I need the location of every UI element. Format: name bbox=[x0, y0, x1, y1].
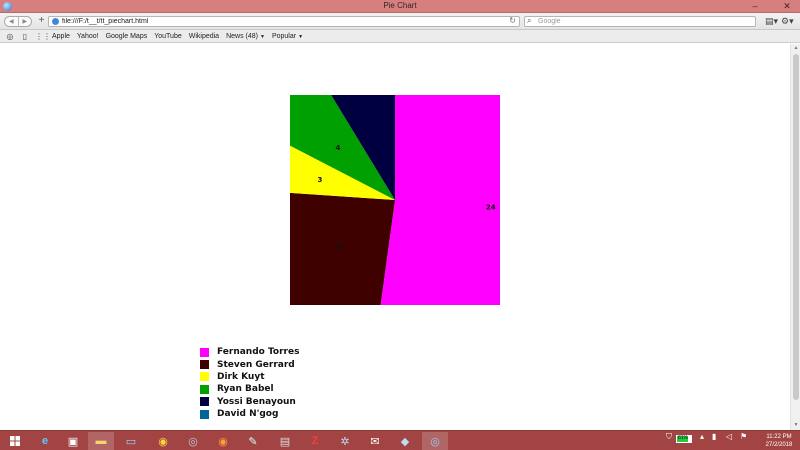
bookmarks-icon[interactable]: ▯ bbox=[20, 32, 30, 41]
page-icon[interactable]: ▤▾ bbox=[765, 16, 778, 27]
search-input[interactable] bbox=[538, 17, 748, 26]
firefox-icon[interactable]: ◉ bbox=[210, 432, 236, 450]
scroll-up-icon[interactable]: ▲ bbox=[791, 44, 800, 53]
legend-label: Dirk Kuyt bbox=[217, 371, 265, 382]
browser-window: Pie Chart – ✕ ◀ ▶ + ↻ ⌕ ▤▾ ⚙▾ ◎ ▯ ⋮⋮ App… bbox=[0, 0, 800, 450]
app-icon[interactable]: ✲ bbox=[332, 432, 358, 450]
slice-data-label: 4 bbox=[336, 144, 341, 152]
slice-data-label: 3 bbox=[317, 176, 322, 184]
address-bar[interactable]: ↻ bbox=[48, 16, 520, 27]
pie-slices bbox=[290, 95, 500, 305]
computer-icon[interactable]: ▭ bbox=[118, 432, 144, 450]
search-icon: ⌕ bbox=[527, 16, 532, 25]
system-clock[interactable]: 11:22 PM 27/2/2018 bbox=[760, 433, 798, 449]
store-icon[interactable]: ▣ bbox=[60, 432, 86, 450]
legend-item: Dirk Kuyt bbox=[200, 371, 299, 383]
chart-legend: Fernando Torres Steven Gerrard Dirk Kuyt Ry… bbox=[200, 346, 299, 420]
mail-icon[interactable]: ✉ bbox=[362, 432, 388, 450]
url-input[interactable] bbox=[62, 17, 502, 26]
taskbar: e ▣ ▬ ▭ ◉ ◎ ◉ ✎ ▤ Z ✲ ✉ ◆ ◎ ⛉ 81% ▴ ▮ ◁ … bbox=[0, 430, 800, 450]
top-sites-icon[interactable]: ⋮⋮ bbox=[35, 32, 51, 41]
app-icon[interactable]: ▤ bbox=[272, 432, 298, 450]
battery-icon[interactable]: 81% bbox=[676, 435, 692, 443]
legend-swatch bbox=[200, 347, 209, 357]
vertical-scrollbar[interactable]: ▲ ▼ bbox=[790, 44, 800, 430]
bookmark-yahoo[interactable]: Yahoo! bbox=[77, 33, 99, 40]
chevron-down-icon: ▼ bbox=[298, 33, 304, 40]
chevron-up-icon[interactable]: ▴ bbox=[700, 432, 704, 441]
legend-item: Fernando Torres bbox=[200, 346, 299, 358]
legend-swatch bbox=[200, 409, 209, 419]
bookmark-youtube[interactable]: YouTube bbox=[154, 33, 182, 40]
globe-icon bbox=[52, 18, 59, 25]
slice-data-label: 24 bbox=[486, 204, 496, 212]
pie-chart: 24 11 3 4 bbox=[290, 95, 500, 305]
legend-swatch bbox=[200, 384, 209, 394]
legend-label: Yossi Benayoun bbox=[217, 396, 296, 407]
filezilla-icon[interactable]: Z bbox=[302, 432, 328, 450]
legend-item: Ryan Babel bbox=[200, 383, 299, 395]
back-button[interactable]: ◀ bbox=[5, 17, 19, 26]
clock-time: 11:22 PM bbox=[766, 434, 792, 440]
gear-icon[interactable]: ⚙▾ bbox=[781, 16, 794, 27]
bookmark-popular-label: Popular bbox=[271, 32, 297, 40]
legend-label: Ryan Babel bbox=[217, 384, 274, 395]
legend-swatch bbox=[200, 360, 209, 370]
shield-icon[interactable]: ⛉ bbox=[666, 432, 672, 442]
volume-icon[interactable]: ◁ bbox=[726, 432, 732, 441]
minimize-button[interactable]: – bbox=[746, 0, 764, 12]
scroll-down-icon[interactable]: ▼ bbox=[791, 421, 800, 430]
chrome-icon[interactable]: ◉ bbox=[150, 432, 176, 450]
search-bar[interactable]: ⌕ bbox=[524, 16, 756, 27]
bookmarks-bar: ◎ ▯ ⋮⋮ Apple Yahoo! Google Maps YouTube … bbox=[0, 30, 800, 43]
window-title: Pie Chart bbox=[383, 1, 417, 10]
legend-item: David N'gog bbox=[200, 408, 299, 420]
legend-swatch bbox=[200, 372, 209, 382]
toolbar: ◀ ▶ + ↻ ⌕ ▤▾ ⚙▾ bbox=[0, 13, 800, 30]
file-explorer-icon[interactable]: ▬ bbox=[88, 432, 114, 450]
bookmark-google-maps[interactable]: Google Maps bbox=[106, 33, 148, 40]
chevron-down-icon: ▼ bbox=[260, 33, 265, 40]
nav-buttons: ◀ ▶ bbox=[4, 16, 32, 27]
reload-icon[interactable]: ↻ bbox=[509, 16, 516, 25]
legend-label: Steven Gerrard bbox=[217, 359, 295, 370]
safari-icon[interactable]: ◎ bbox=[422, 432, 448, 450]
scroll-thumb[interactable] bbox=[793, 54, 799, 400]
bookmark-news-label: News (48) bbox=[226, 32, 258, 40]
ie-icon[interactable]: e bbox=[32, 432, 58, 450]
legend-label: Fernando Torres bbox=[217, 347, 300, 358]
battery-percent: 81% bbox=[678, 435, 689, 441]
reading-list-icon[interactable]: ◎ bbox=[5, 32, 15, 41]
page-content: 24 11 3 4 Fernando Torres Steven Gerrard Dirk… bbox=[0, 44, 790, 430]
bookmark-popular[interactable]: Popular ▼ bbox=[272, 33, 303, 40]
bookmark-news[interactable]: News (48) ▼ bbox=[226, 33, 265, 40]
network-icon[interactable]: ▮ bbox=[712, 432, 716, 441]
app-icon[interactable]: ◎ bbox=[180, 432, 206, 450]
forward-button[interactable]: ▶ bbox=[19, 17, 32, 26]
title-bar: Pie Chart – ✕ bbox=[0, 0, 800, 13]
bookmark-wikipedia[interactable]: Wikipedia bbox=[189, 33, 219, 40]
legend-label: David N'gog bbox=[217, 409, 279, 420]
clock-date: 27/2/2018 bbox=[765, 442, 793, 448]
bookmark-apple[interactable]: Apple bbox=[52, 33, 70, 40]
new-tab-button[interactable]: + bbox=[37, 16, 46, 27]
windows-start-icon[interactable] bbox=[2, 432, 28, 450]
close-button[interactable]: ✕ bbox=[778, 0, 796, 12]
legend-item: Steven Gerrard bbox=[200, 358, 299, 370]
flag-icon[interactable]: ⚑ bbox=[740, 432, 747, 441]
legend-item: Yossi Benayoun bbox=[200, 396, 299, 408]
app-icon[interactable]: ◆ bbox=[392, 432, 418, 450]
slice-data-label: 11 bbox=[334, 242, 344, 250]
edit-icon[interactable]: ✎ bbox=[240, 432, 266, 450]
legend-swatch bbox=[200, 397, 209, 407]
